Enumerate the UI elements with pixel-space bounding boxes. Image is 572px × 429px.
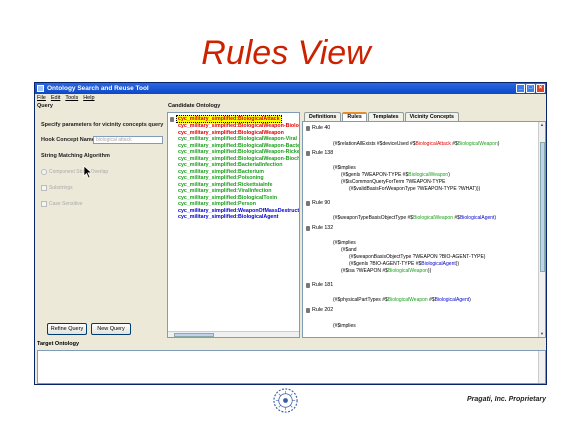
option-component-overlap[interactable]: Component String Overlap <box>41 169 108 175</box>
option-substrings[interactable]: Substrings <box>41 185 73 191</box>
tree-node-icon <box>306 307 310 313</box>
rule-label: Rule 138 <box>312 150 334 156</box>
vertical-scrollbar[interactable] <box>538 351 545 383</box>
tree-node-icon <box>306 200 310 206</box>
rule-line: (#$and <box>341 247 357 253</box>
tree-node-icon <box>306 150 310 156</box>
tree-item[interactable]: cyc_military_simplified:BiologicalWeapon… <box>178 149 299 156</box>
rule-line: (#$weaponBasisObjectType ?WEAPON ?BIO-AG… <box>349 254 486 260</box>
pragati-logo-icon <box>273 388 298 413</box>
new-query-button[interactable]: New Query <box>91 323 131 335</box>
app-window: Ontology Search and Reuse Tool _ □ × Fil… <box>34 82 547 385</box>
rule-label: Rule 132 <box>312 225 334 231</box>
window-title: Ontology Search and Reuse Tool <box>47 85 149 92</box>
rule-item[interactable]: Rule 138 <box>306 150 333 156</box>
radio-icon <box>41 169 47 175</box>
window-titlebar: Ontology Search and Reuse Tool _ □ × <box>35 83 546 94</box>
rule-label: Rule 90 <box>312 200 331 206</box>
tree-node-icon <box>170 116 174 122</box>
algorithm-label: String Matching Algorithm <box>41 153 110 159</box>
option-component-overlap-label: Component String Overlap <box>49 169 109 175</box>
mouse-cursor-icon <box>83 165 93 179</box>
checkbox-icon <box>41 185 47 191</box>
tree-node-icon <box>306 125 310 131</box>
tree-item[interactable]: cyc_military_simplified:BacterialInfecti… <box>178 162 299 169</box>
option-case-sensitive[interactable]: Case Sensitive <box>41 201 82 207</box>
menu-tools[interactable]: Tools <box>65 94 78 102</box>
close-button[interactable]: × <box>536 84 545 93</box>
rule-item[interactable]: Rule 90 <box>306 200 330 206</box>
app-icon <box>37 85 44 92</box>
checkbox-icon <box>41 201 47 207</box>
menu-file[interactable]: File <box>37 94 46 102</box>
rule-line: (#$isa ?WEAPON #$BiologicalWeapon)) <box>341 268 432 274</box>
rule-item[interactable]: Rule 40 <box>306 125 330 131</box>
rule-line: (#$validBasisForWeaponType ?WEAPON-TYPE … <box>349 186 481 192</box>
tab-definitions[interactable]: Definitions <box>304 112 342 121</box>
menu-help[interactable]: Help <box>83 94 94 102</box>
minimize-button[interactable]: _ <box>516 84 525 93</box>
tab-vicinity-concepts[interactable]: Vicinity Concepts <box>404 112 459 121</box>
scrollbar-thumb[interactable] <box>174 333 214 337</box>
rule-label: Rule 40 <box>312 125 331 131</box>
rule-label: Rule 202 <box>312 307 334 313</box>
rule-line: (#$implies <box>333 323 356 329</box>
tree-root-node[interactable]: cyc_military_simplified:BiologicalAttack <box>170 115 282 123</box>
candidate-ontology-tree: cyc_military_simplified:BiologicalAttack… <box>167 112 300 338</box>
query-section-label: Query <box>37 103 53 109</box>
rule-line: (#$physicalPartTypes #$BiologicalWeapon … <box>333 297 471 303</box>
option-substrings-label: Substrings <box>49 185 73 191</box>
hook-concept-input[interactable]: biological attack <box>93 136 163 144</box>
candidate-section-label: Candidate Ontology <box>168 103 221 109</box>
rule-line: (#$implies <box>333 165 356 171</box>
tree-node-icon <box>306 225 310 231</box>
option-case-sensitive-label: Case Sensitive <box>49 201 83 207</box>
scroll-down-icon[interactable]: ▼ <box>539 331 545 337</box>
rules-body: Rule 40 (#$relationAllExists #$deviceUse… <box>302 121 546 338</box>
vertical-scrollbar[interactable]: ▲ ▼ <box>538 122 545 337</box>
rule-item[interactable]: Rule 132 <box>306 225 333 231</box>
rule-line: (#$weaponTypeBasisObjectType #$Biologica… <box>333 215 497 221</box>
scrollbar-thumb[interactable] <box>540 142 545 272</box>
rules-panel: Definitions Rules Templates Vicinity Con… <box>302 112 546 338</box>
rule-line: (#$genls ?WEAPON-TYPE #$BiologicalWeapon… <box>341 172 450 178</box>
query-heading: Specify parameters for vicinity concepts… <box>41 122 164 128</box>
rule-item[interactable]: Rule 202 <box>306 307 333 313</box>
refine-query-button[interactable]: Refine Query <box>47 323 87 335</box>
tab-templates[interactable]: Templates <box>367 112 404 121</box>
target-ontology-label: Target Ontology <box>37 341 80 347</box>
tree-item[interactable]: cyc_military_simplified:BiologicalWeapon… <box>178 136 299 143</box>
menu-edit[interactable]: Edit <box>51 94 60 102</box>
rule-line: (#$genls ?BIO-AGENT-TYPE #$BiologicalAge… <box>349 261 460 267</box>
rule-line: (#$relationAllExists #$deviceUsed #$Biol… <box>333 141 500 147</box>
tree-root-label: cyc_military_simplified:BiologicalAttack <box>176 115 282 123</box>
slide-title: Rules View <box>201 34 371 72</box>
maximize-button[interactable]: □ <box>526 84 535 93</box>
target-ontology-area <box>37 350 546 384</box>
menu-bar: File Edit Tools Help <box>35 94 546 102</box>
tab-bar: Definitions Rules Templates Vicinity Con… <box>302 112 546 121</box>
tree-node-icon <box>306 282 310 288</box>
rule-item[interactable]: Rule 181 <box>306 282 333 288</box>
query-panel: Specify parameters for vicinity concepts… <box>37 112 165 338</box>
rule-label: Rule 181 <box>312 282 334 288</box>
tree-item[interactable]: cyc_military_simplified:BiologicalWeapon… <box>178 123 299 130</box>
footer-text: Pragati, Inc. Proprietary <box>467 396 546 403</box>
tree-items: cyc_military_simplified:BiologicalWeapon… <box>178 123 299 221</box>
hook-concept-label: Hook Concept Name: <box>41 137 97 143</box>
horizontal-scrollbar[interactable] <box>168 331 299 337</box>
rule-line: (#$isCommonQueryForTerm ?WEAPON-TYPE <box>341 179 446 185</box>
tree-item[interactable]: cyc_military_simplified:BiologicalAgent <box>178 214 299 221</box>
tab-rules[interactable]: Rules <box>342 112 367 121</box>
rule-line: (#$implies <box>333 240 356 246</box>
scroll-up-icon[interactable]: ▲ <box>539 122 545 128</box>
